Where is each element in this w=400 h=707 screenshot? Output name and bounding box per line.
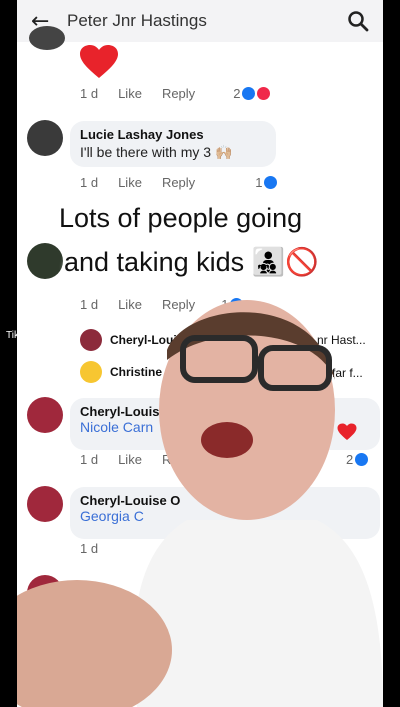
tiktok-watermark: TikTok [6,330,35,341]
avatar[interactable] [27,243,63,279]
like-link[interactable]: Like [118,175,142,190]
video-caption-line-1: Lots of people going [59,203,303,233]
timestamp: 1 d [80,86,99,101]
avatar[interactable] [29,26,65,50]
person-video-overlay [17,300,383,707]
facebook-comments-screen: ← Peter Jnr Hastings 1 d Like Reply 2 Lu… [17,0,383,707]
video-caption-line-2: and taking kids 👨‍👧‍👦🚫 [64,247,319,277]
search-icon[interactable] [347,10,369,32]
comment-bubble: Lucie Lashay Jones I'll be there with my… [70,121,276,167]
avatar[interactable] [27,120,63,156]
timestamp: 1 d [80,175,99,190]
commenter-name[interactable]: Lucie Lashay Jones [80,127,266,142]
comment-text: I'll be there with my 3 🙌🏼 [80,144,233,160]
reply-link[interactable]: Reply [162,86,195,101]
page-title: Peter Jnr Hastings [67,11,207,30]
comment-actions: 1 d Like Reply 2 [80,86,271,101]
reaction-count[interactable]: 2 [233,86,271,101]
heart-icon [80,45,118,78]
like-link[interactable]: Like [118,86,142,101]
reaction-count[interactable]: 1 [255,175,278,190]
like-reaction-icon [264,176,278,189]
love-reaction-icon [257,87,271,100]
comment-actions: 1 d Like Reply 1 [80,175,278,190]
top-bar: ← Peter Jnr Hastings [17,0,383,42]
like-reaction-icon [242,87,256,100]
reply-link[interactable]: Reply [162,175,195,190]
